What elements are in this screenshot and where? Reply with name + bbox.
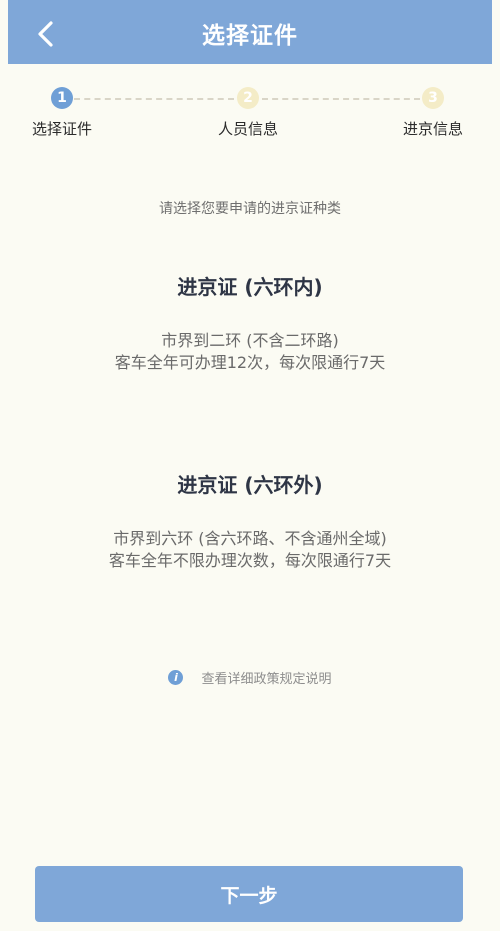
step-1-indicator: 1 — [51, 87, 73, 109]
step-connector — [74, 98, 234, 100]
selection-prompt: 请选择您要申请的进京证种类 — [159, 201, 341, 217]
info-icon: i — [168, 669, 184, 685]
option-desc-line: 市界到六环 (含六环路、不含通州全域) — [113, 529, 387, 548]
step-2-indicator: 2 — [237, 87, 259, 109]
policy-info-text: 查看详细政策规定说明 — [201, 671, 332, 687]
option-title: 进京证 (六环外) — [177, 473, 323, 497]
option-description: 市界到二环 (不含二环路) 客车全年可办理12次，每次限通行7天 — [0, 330, 500, 374]
option-desc-line: 客车全年不限办理次数，每次限通行7天 — [108, 551, 392, 570]
option-title: 进京证 (六环内) — [177, 275, 323, 299]
page: 选择证件 1 2 3 选择证件 人员信息 进京信息 请选择您要申请的进京证种类 … — [0, 0, 500, 931]
step-2-label: 人员信息 — [218, 120, 279, 138]
permit-option-inside-6th-ring[interactable]: 进京证 (六环内) 市界到二环 (不含二环路) 客车全年可办理12次，每次限通行… — [0, 271, 500, 374]
option-description: 市界到六环 (含六环路、不含通州全域) 客车全年不限办理次数，每次限通行7天 — [0, 528, 500, 572]
header-bar: 选择证件 — [8, 0, 492, 64]
step-3-indicator: 3 — [422, 87, 444, 109]
page-title: 选择证件 — [202, 23, 298, 49]
step-3-label: 进京信息 — [403, 120, 464, 138]
permit-option-outside-6th-ring[interactable]: 进京证 (六环外) 市界到六环 (含六环路、不含通州全域) 客车全年不限办理次数… — [0, 469, 500, 572]
option-desc-line: 客车全年可办理12次，每次限通行7天 — [114, 353, 386, 372]
option-desc-line: 市界到二环 (不含二环路) — [161, 331, 339, 350]
step-1-label: 选择证件 — [32, 120, 93, 138]
step-connector — [262, 98, 420, 100]
policy-info-link[interactable]: i 查看详细政策规定说明 — [0, 666, 500, 688]
progress-steps: 1 2 3 选择证件 人员信息 进京信息 — [0, 84, 500, 144]
next-step-button[interactable]: 下一步 — [35, 866, 463, 922]
